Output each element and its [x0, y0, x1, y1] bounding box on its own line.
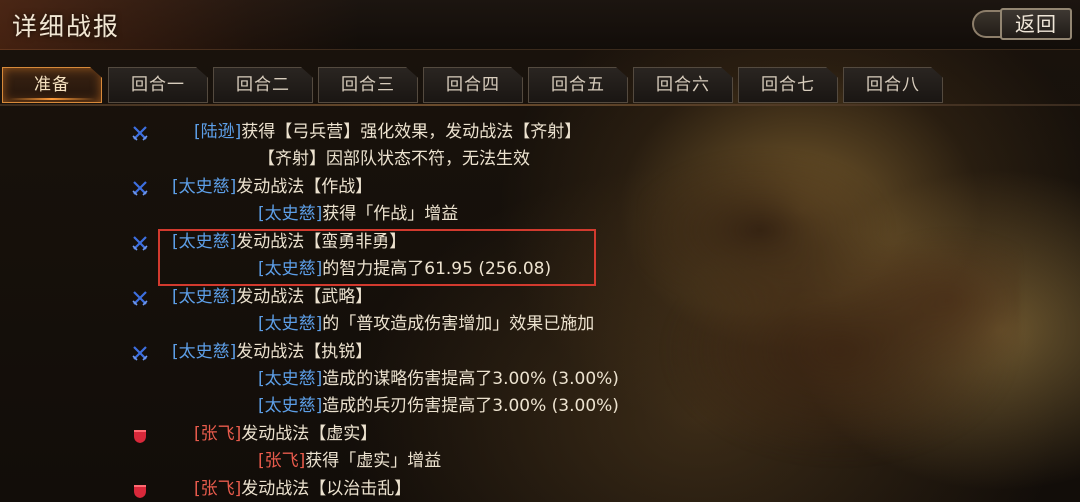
tab-round-3[interactable]: 回合三	[318, 67, 418, 103]
general-name: [太史慈]	[258, 396, 323, 416]
highlight-box	[158, 229, 596, 286]
general-name: [太史慈]	[172, 177, 237, 197]
log-text: 造成的兵刃伤害提高了3.00% (3.00%)	[322, 396, 619, 416]
tab-round-5[interactable]: 回合五	[528, 67, 628, 103]
crossed-swords-icon	[132, 236, 148, 251]
log-text: 获得【弓兵营】强化效果，发动战法【齐射】	[241, 122, 582, 142]
general-name: [陆逊]	[194, 122, 242, 142]
crossed-swords-icon	[132, 346, 148, 361]
general-name: [太史慈]	[172, 342, 237, 362]
general-name: [太史慈]	[258, 369, 323, 389]
log-entry: [张飞]发动战法【以治击乱】	[194, 476, 411, 502]
log-text: 发动战法【虚实】	[241, 424, 378, 444]
crossed-swords-icon	[132, 291, 148, 306]
log-entry: [太史慈]的「普攻造成伤害增加」效果已施加	[258, 311, 594, 337]
log-text: 发动战法【以治击乱】	[241, 479, 412, 499]
general-name: [张飞]	[258, 451, 306, 471]
battle-log[interactable]: [陆逊]获得【弓兵营】强化效果，发动战法【齐射】 【齐射】因部队状态不符，无法生…	[0, 115, 1080, 502]
log-entry: [太史慈]获得「作战」增益	[258, 201, 458, 227]
back-button-label[interactable]: 返回	[1000, 8, 1072, 40]
tab-prepare[interactable]: 准备	[2, 67, 102, 103]
log-text: 【齐射】因部队状态不符，无法生效	[258, 149, 530, 169]
general-name: [张飞]	[194, 424, 242, 444]
tab-divider	[0, 104, 1080, 106]
log-entry: [张飞]发动战法【虚实】	[194, 421, 377, 447]
log-entry: [太史慈]造成的谋略伤害提高了3.00% (3.00%)	[258, 366, 619, 392]
log-text: 获得「作战」增益	[322, 204, 459, 224]
page-title: 详细战报	[12, 12, 121, 41]
crossed-swords-icon	[132, 181, 148, 196]
general-name: [太史慈]	[258, 314, 323, 334]
general-name: [太史慈]	[172, 287, 237, 307]
shield-icon	[134, 485, 146, 498]
tab-round-8[interactable]: 回合八	[843, 67, 943, 103]
log-text: 发动战法【作战】	[236, 177, 373, 197]
log-text: 发动战法【武略】	[236, 287, 373, 307]
header-bar: 详细战报 返回	[0, 0, 1080, 50]
log-entry: [太史慈]发动战法【武略】	[172, 284, 372, 310]
log-entry: [太史慈]发动战法【作战】	[172, 174, 372, 200]
log-text: 发动战法【执锐】	[236, 342, 373, 362]
back-button[interactable]: 返回	[972, 8, 1072, 40]
log-entry: [陆逊]获得【弓兵营】强化效果，发动战法【齐射】	[194, 119, 581, 145]
log-entry: 【齐射】因部队状态不符，无法生效	[258, 146, 530, 172]
tab-round-6[interactable]: 回合六	[633, 67, 733, 103]
log-text: 造成的谋略伤害提高了3.00% (3.00%)	[322, 369, 619, 389]
general-name: [太史慈]	[258, 204, 323, 224]
crossed-swords-icon	[132, 126, 148, 141]
tab-round-4[interactable]: 回合四	[423, 67, 523, 103]
general-name: [张飞]	[194, 479, 242, 499]
log-text: 的「普攻造成伤害增加」效果已施加	[322, 314, 595, 334]
log-text: 获得「虚实」增益	[305, 451, 442, 471]
tab-round-7[interactable]: 回合七	[738, 67, 838, 103]
log-entry: [太史慈]发动战法【执锐】	[172, 339, 372, 365]
log-entry: [太史慈]造成的兵刃伤害提高了3.00% (3.00%)	[258, 393, 619, 419]
round-tabs: 准备 回合一 回合二 回合三 回合四 回合五 回合六 回合七 回合八	[0, 65, 1080, 105]
shield-icon	[134, 430, 146, 443]
tab-round-1[interactable]: 回合一	[108, 67, 208, 103]
tab-round-2[interactable]: 回合二	[213, 67, 313, 103]
log-entry: [张飞]获得「虚实」增益	[258, 448, 441, 474]
